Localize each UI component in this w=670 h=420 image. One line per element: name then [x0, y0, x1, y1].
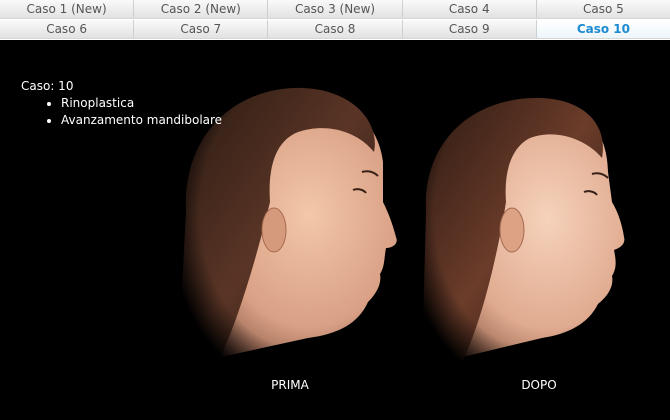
procedure-item: Rinoplastica [61, 95, 222, 112]
tab-caso-6[interactable]: Caso 6 [0, 20, 135, 39]
tab-caso-8[interactable]: Caso 8 [268, 20, 403, 39]
procedure-list: Rinoplastica Avanzamento mandibolare [21, 95, 222, 129]
procedure-item: Avanzamento mandibolare [61, 112, 222, 129]
tab-caso-1[interactable]: Caso 1 (New) [0, 0, 135, 19]
tab-caso-5[interactable]: Caso 5 [536, 0, 670, 19]
after-caption: DOPO [521, 378, 557, 392]
case-info: Caso: 10 Rinoplastica Avanzamento mandib… [21, 78, 222, 129]
before-caption: PRIMA [271, 378, 309, 392]
tab-caso-2[interactable]: Caso 2 (New) [134, 0, 269, 19]
tab-caso-4[interactable]: Caso 4 [402, 0, 537, 19]
after-photo [412, 62, 632, 362]
tab-caso-7[interactable]: Caso 7 [134, 20, 269, 39]
tab-caso-9[interactable]: Caso 9 [402, 20, 537, 39]
case-tabs: Caso 1 (New) Caso 2 (New) Caso 3 (New) C… [0, 0, 670, 40]
case-number: Caso: 10 [21, 79, 74, 93]
case-viewer: Caso: 10 Rinoplastica Avanzamento mandib… [0, 40, 670, 420]
tab-row-1: Caso 1 (New) Caso 2 (New) Caso 3 (New) C… [0, 0, 670, 19]
tab-caso-10[interactable]: Caso 10 [536, 20, 670, 39]
tab-row-2: Caso 6 Caso 7 Caso 8 Caso 9 Caso 10 [0, 20, 670, 39]
tab-caso-3[interactable]: Caso 3 (New) [268, 0, 403, 19]
